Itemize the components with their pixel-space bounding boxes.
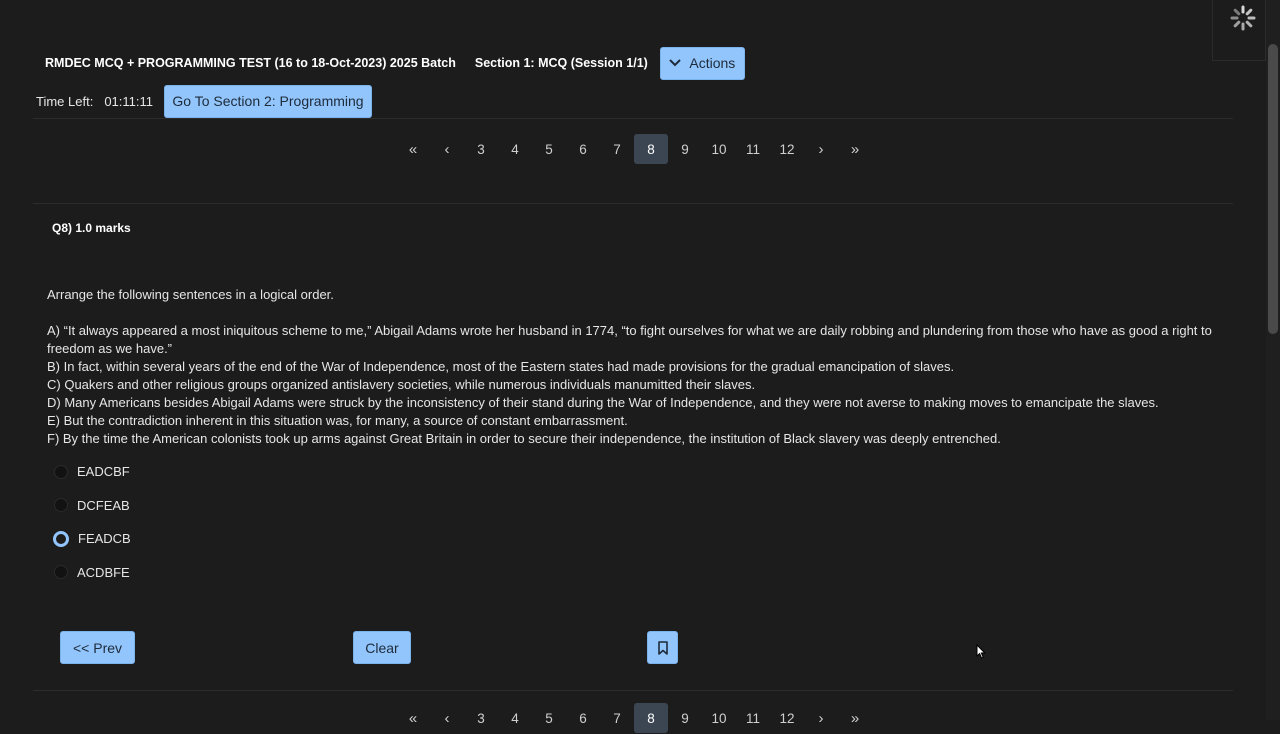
sentence-f: F) By the time the American colonists to…: [47, 431, 1001, 446]
page-3-button[interactable]: 3: [464, 703, 498, 733]
page-6-button[interactable]: 6: [566, 134, 600, 164]
page-prev-button[interactable]: ‹: [430, 703, 464, 733]
option-2[interactable]: DCFEAB: [52, 489, 131, 523]
page-4-button[interactable]: 4: [498, 134, 532, 164]
page-5-button[interactable]: 5: [532, 703, 566, 733]
scrollbar-thumb[interactable]: [1268, 44, 1278, 334]
prev-button[interactable]: << Prev: [60, 631, 135, 664]
test-header: RMDEC MCQ + PROGRAMMING TEST (16 to 18-O…: [45, 46, 745, 80]
go-to-section-2-button[interactable]: Go To Section 2: Programming: [164, 84, 373, 118]
page-11-button[interactable]: 11: [736, 703, 770, 733]
page-12-button[interactable]: 12: [770, 703, 804, 733]
sentence-b: B) In fact, within several years of the …: [47, 359, 955, 374]
pagination-bottom: « ‹ 3 4 5 6 7 8 9 10 11 12 › »: [396, 702, 872, 734]
page-prev-button[interactable]: ‹: [430, 134, 464, 164]
option-1[interactable]: EADCBF: [52, 455, 131, 489]
actions-label: Actions: [689, 55, 736, 71]
sentence-a: A) “It always appeared a most iniquitous…: [47, 323, 1212, 356]
sentence-e: E) But the contradiction inherent in thi…: [47, 413, 628, 428]
divider: [33, 203, 1233, 204]
option-2-label[interactable]: DCFEAB: [77, 498, 130, 513]
timer-row: Time Left: 01:11:11 Go To Section 2: Pro…: [36, 84, 373, 118]
actions-button[interactable]: Actions: [659, 46, 745, 80]
mouse-cursor-icon: [976, 644, 986, 659]
sentence-d: D) Many Americans besides Abigail Adams …: [47, 395, 1159, 410]
divider: [33, 118, 1233, 119]
option-3-label[interactable]: FEADCB: [78, 531, 131, 546]
option-1-radio[interactable]: [54, 464, 68, 479]
page-first-button[interactable]: «: [396, 703, 430, 733]
page-first-button[interactable]: «: [396, 134, 430, 164]
question-instruction: Arrange the following sentences in a log…: [47, 287, 334, 302]
page-5-button[interactable]: 5: [532, 134, 566, 164]
option-3[interactable]: FEADCB: [52, 522, 131, 556]
page-next-button[interactable]: ›: [804, 134, 838, 164]
page-11-button[interactable]: 11: [736, 134, 770, 164]
sentence-c: C) Quakers and other religious groups or…: [47, 377, 756, 392]
test-title: RMDEC MCQ + PROGRAMMING TEST (16 to 18-O…: [45, 56, 456, 70]
answer-options: EADCBF DCFEAB FEADCB ACDBFE: [52, 455, 131, 589]
option-4-radio[interactable]: [54, 565, 68, 580]
bookmark-button[interactable]: [647, 631, 678, 664]
option-2-radio[interactable]: [54, 498, 68, 513]
option-3-radio[interactable]: [53, 530, 69, 547]
page-6-button[interactable]: 6: [566, 703, 600, 733]
page-last-button[interactable]: »: [838, 703, 872, 733]
time-left-label: Time Left:: [36, 93, 94, 109]
page-8-button[interactable]: 8: [634, 134, 668, 164]
page-8-button[interactable]: 8: [634, 703, 668, 733]
option-1-label[interactable]: EADCBF: [77, 464, 130, 479]
time-left-value: 01:11:11: [104, 93, 154, 109]
question-text: Arrange the following sentences in a log…: [47, 286, 1227, 448]
question-marks: Q8) 1.0 marks: [52, 221, 131, 235]
page-9-button[interactable]: 9: [668, 703, 702, 733]
page-4-button[interactable]: 4: [498, 703, 532, 733]
page-7-button[interactable]: 7: [600, 703, 634, 733]
page-7-button[interactable]: 7: [600, 134, 634, 164]
page-scrollbar[interactable]: [1266, 0, 1280, 720]
pagination-top: « ‹ 3 4 5 6 7 8 9 10 11 12 › »: [396, 133, 872, 165]
page-3-button[interactable]: 3: [464, 134, 498, 164]
page-10-button[interactable]: 10: [702, 134, 736, 164]
option-4[interactable]: ACDBFE: [52, 556, 131, 590]
option-4-label[interactable]: ACDBFE: [77, 565, 130, 580]
section-title: Section 1: MCQ (Session 1/1): [474, 56, 648, 70]
loading-spinner-icon: [1230, 5, 1256, 31]
chevron-down-icon: [669, 59, 682, 67]
clear-button[interactable]: Clear: [353, 631, 411, 664]
page-last-button[interactable]: »: [838, 134, 872, 164]
page-12-button[interactable]: 12: [770, 134, 804, 164]
bookmark-icon: [657, 640, 668, 655]
page-9-button[interactable]: 9: [668, 134, 702, 164]
loading-indicator: [1212, 0, 1266, 61]
page-next-button[interactable]: ›: [804, 703, 838, 733]
page-10-button[interactable]: 10: [702, 703, 736, 733]
divider: [33, 690, 1233, 691]
